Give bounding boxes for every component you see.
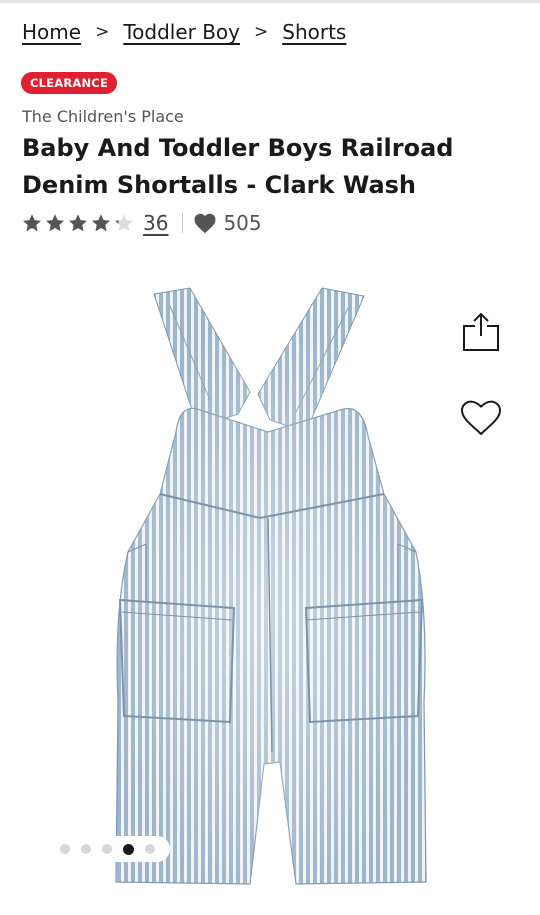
star-icon xyxy=(23,214,41,232)
carousel-dots xyxy=(44,836,170,862)
breadcrumb-separator: > xyxy=(254,22,269,42)
rating-row: 36 505 xyxy=(22,208,262,238)
rating-divider xyxy=(182,213,184,233)
carousel-dot[interactable] xyxy=(122,843,134,855)
carousel-dot[interactable] xyxy=(59,844,70,854)
star-icon xyxy=(46,214,64,232)
heart-outline-icon[interactable] xyxy=(459,400,503,438)
favorites-count: 505 xyxy=(223,211,262,235)
breadcrumb-toddler-boy[interactable]: Toddler Boy xyxy=(123,20,240,44)
star-rating xyxy=(22,213,137,233)
carousel-dot[interactable] xyxy=(144,844,155,854)
carousel-dot[interactable] xyxy=(80,844,91,854)
breadcrumb: Home > Toddler Boy > Shorts xyxy=(22,17,346,47)
star-icon xyxy=(69,214,87,232)
review-count-link[interactable]: 36 xyxy=(143,211,168,235)
breadcrumb-separator: > xyxy=(95,22,110,42)
heart-filled-icon xyxy=(194,213,216,234)
breadcrumb-shorts[interactable]: Shorts xyxy=(282,20,346,44)
product-title: Baby And Toddler Boys Railroad Denim Sho… xyxy=(22,134,454,199)
breadcrumb-home[interactable]: Home xyxy=(22,20,81,44)
product-brand: The Children's Place xyxy=(22,107,184,126)
star-icon xyxy=(92,214,110,232)
product-image[interactable] xyxy=(100,282,440,890)
clearance-badge: CLEARANCE xyxy=(21,72,117,94)
share-icon[interactable] xyxy=(460,312,502,352)
top-divider xyxy=(0,0,540,3)
star-icon xyxy=(115,214,133,232)
carousel-dot[interactable] xyxy=(101,844,112,854)
